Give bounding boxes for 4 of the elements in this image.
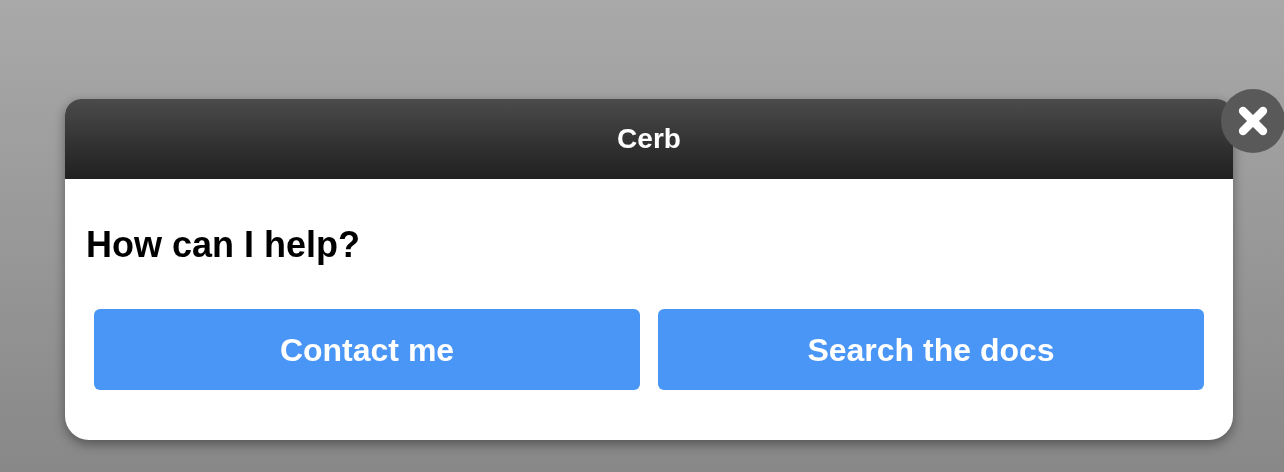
action-button[interactable]: Search the docs [658, 309, 1204, 390]
dialog-title: Cerb [617, 122, 681, 156]
dialog-heading: How can I help? [86, 224, 361, 265]
action-button[interactable]: Contact me [94, 309, 640, 390]
